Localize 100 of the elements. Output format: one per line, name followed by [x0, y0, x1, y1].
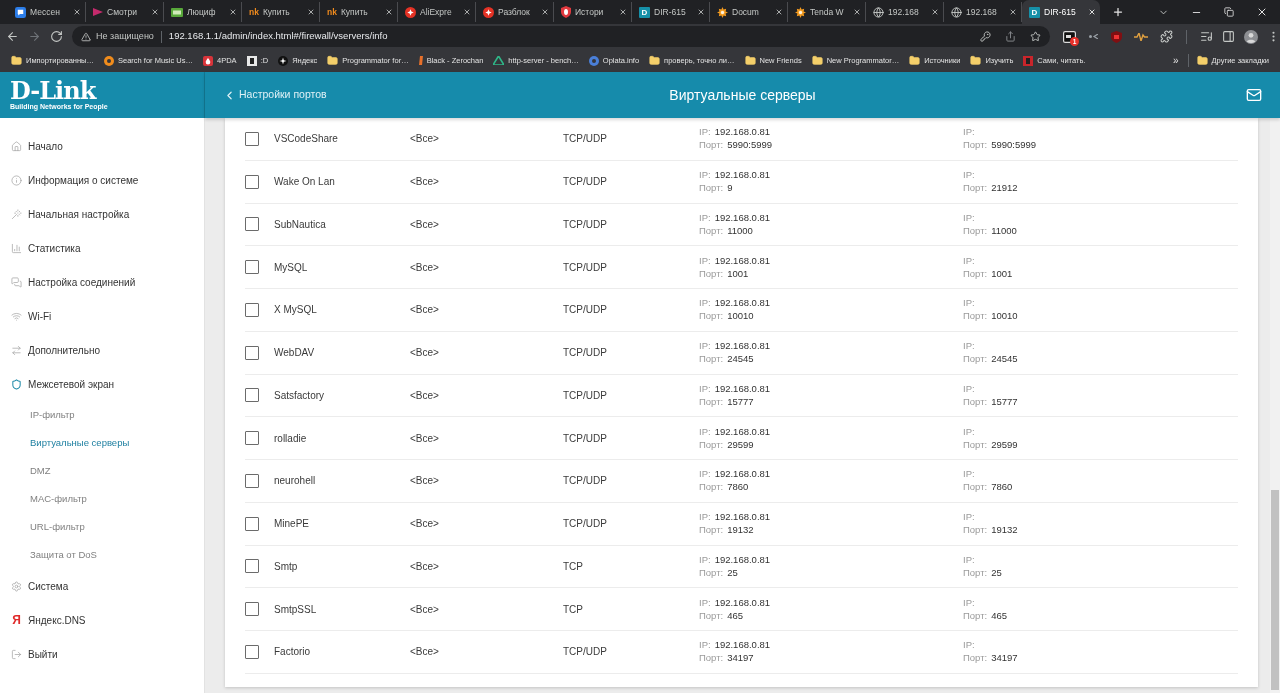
- back-icon[interactable]: [6, 30, 19, 43]
- share-icon[interactable]: [1005, 31, 1016, 42]
- close-icon[interactable]: [229, 8, 237, 16]
- browser-tab[interactable]: Разблок: [476, 2, 554, 22]
- sidebar-item[interactable]: Дополнительно: [0, 333, 204, 367]
- sidebar-item[interactable]: Система: [0, 569, 204, 603]
- sidebar-item[interactable]: Начало: [0, 129, 204, 163]
- shield-icon[interactable]: [1111, 30, 1122, 43]
- extension-icon[interactable]: [1063, 30, 1076, 43]
- playlist-icon[interactable]: [1200, 30, 1213, 43]
- sidebar-item[interactable]: Wi-Fi: [0, 299, 204, 333]
- reload-icon[interactable]: [50, 30, 63, 43]
- ip-label: IP:: [963, 211, 975, 224]
- browser-tab[interactable]: Мессен: [8, 2, 86, 22]
- close-icon[interactable]: [931, 8, 939, 16]
- browser-tab[interactable]: nk Купить: [242, 2, 320, 22]
- ip-label: IP:: [699, 340, 711, 353]
- restore-icon[interactable]: [1224, 7, 1234, 17]
- browser-tab[interactable]: Истори: [554, 2, 632, 22]
- folder-icon: [909, 55, 921, 66]
- checkbox[interactable]: [245, 516, 259, 531]
- close-icon[interactable]: [541, 8, 549, 16]
- browser-tab[interactable]: D DIR-615: [632, 2, 710, 22]
- browser-tab[interactable]: D DIR-615: [1022, 0, 1100, 24]
- port-label: Порт:: [699, 182, 724, 195]
- square-icon: [1023, 55, 1034, 66]
- ip-address: 192.168.0.81: [714, 340, 771, 353]
- checkbox[interactable]: [245, 473, 259, 488]
- submenu-item[interactable]: Защита от DoS: [0, 541, 204, 569]
- close-icon[interactable]: [151, 8, 159, 16]
- new-tab-icon[interactable]: [1112, 6, 1124, 18]
- sidebar-item[interactable]: Межсетевой экран: [0, 367, 204, 401]
- back-link[interactable]: Настройки портов: [223, 87, 327, 103]
- submenu-item[interactable]: URL-фильтр: [0, 513, 204, 541]
- port-number: 5990:5999: [991, 139, 1037, 152]
- close-icon[interactable]: [697, 8, 705, 16]
- logo-wordmark[interactable]: D-Link: [10, 79, 96, 102]
- submenu-item[interactable]: Виртуальные серверы: [0, 429, 204, 457]
- port-label: Порт:: [963, 609, 988, 622]
- close-icon[interactable]: [385, 8, 393, 16]
- checkbox[interactable]: [245, 174, 259, 189]
- triangle-icon: [93, 8, 103, 16]
- sidebar-item[interactable]: Статистика: [0, 231, 204, 265]
- puzzle-icon[interactable]: [1160, 30, 1173, 43]
- port-label: Порт:: [963, 481, 988, 494]
- bookmark-star-icon[interactable]: [1030, 31, 1041, 42]
- submenu-item[interactable]: MAC-фильтр: [0, 485, 204, 513]
- close-icon[interactable]: [73, 8, 81, 16]
- security-label[interactable]: Не защищено: [96, 29, 154, 44]
- triangle-icon: [493, 56, 505, 65]
- forward-icon[interactable]: [28, 30, 41, 43]
- browser-tab[interactable]: AliExpre: [398, 2, 476, 22]
- browser-tab[interactable]: Tenda W: [788, 2, 866, 22]
- ip-address: 192.168.0.81: [714, 511, 771, 524]
- sidebar-item[interactable]: Я Яндекс.DNS: [0, 603, 204, 637]
- submenu-item[interactable]: DMZ: [0, 457, 204, 485]
- browser-tab[interactable]: nk Купить: [320, 2, 398, 22]
- checkbox[interactable]: [245, 217, 259, 232]
- close-icon[interactable]: [619, 8, 627, 16]
- bookmarks-overflow[interactable]: »: [1166, 53, 1185, 68]
- checkbox[interactable]: [245, 388, 259, 403]
- checkbox[interactable]: [245, 260, 259, 275]
- checkbox[interactable]: [245, 302, 259, 317]
- port-number: 21912: [991, 182, 1018, 195]
- sidebar-item[interactable]: Выйти: [0, 637, 204, 671]
- browser-tab[interactable]: Docum: [710, 2, 788, 22]
- close-icon[interactable]: [463, 8, 471, 16]
- checkbox[interactable]: [245, 559, 259, 574]
- sidebar-item[interactable]: Начальная настройка: [0, 197, 204, 231]
- folder-icon: [11, 55, 22, 66]
- browser-tab[interactable]: Смотри: [86, 2, 164, 22]
- address-bar[interactable]: Не защищено 192.168.1.1/admin/index.html#/firewall/vservers/info: [72, 26, 1050, 47]
- dots-icon[interactable]: [1089, 34, 1098, 39]
- checkbox[interactable]: [245, 131, 259, 146]
- ip-label: IP:: [963, 425, 975, 438]
- sidebar-item[interactable]: Настройка соединений: [0, 265, 204, 299]
- bar-chart-icon: [11, 242, 22, 254]
- scrollbar-thumb[interactable]: [1271, 490, 1279, 690]
- close-icon[interactable]: [307, 8, 315, 16]
- browser-tab[interactable]: Люциф: [164, 2, 242, 22]
- checkbox[interactable]: [245, 644, 259, 659]
- submenu-item[interactable]: IP-фильтр: [0, 401, 204, 429]
- close-icon[interactable]: [853, 8, 861, 16]
- avatar-icon[interactable]: [1244, 29, 1258, 44]
- browser-tab[interactable]: 192.168: [866, 2, 944, 22]
- checkbox[interactable]: [245, 431, 259, 446]
- side-panel-icon[interactable]: [1222, 30, 1235, 43]
- key-icon[interactable]: [980, 31, 991, 42]
- checkbox[interactable]: [245, 345, 259, 360]
- checkbox[interactable]: [245, 602, 259, 617]
- sidebar-item[interactable]: Информация о системе: [0, 163, 204, 197]
- interface-value: <Все>: [410, 303, 439, 318]
- close-icon[interactable]: [775, 8, 783, 16]
- port-number: 10010: [991, 310, 1018, 323]
- port-label: Порт:: [963, 438, 988, 451]
- close-icon[interactable]: [1256, 6, 1268, 18]
- close-icon[interactable]: [1009, 8, 1017, 16]
- mail-icon[interactable]: [1246, 87, 1262, 103]
- port-number: 19132: [727, 524, 754, 537]
- wave-icon[interactable]: [1134, 32, 1148, 41]
